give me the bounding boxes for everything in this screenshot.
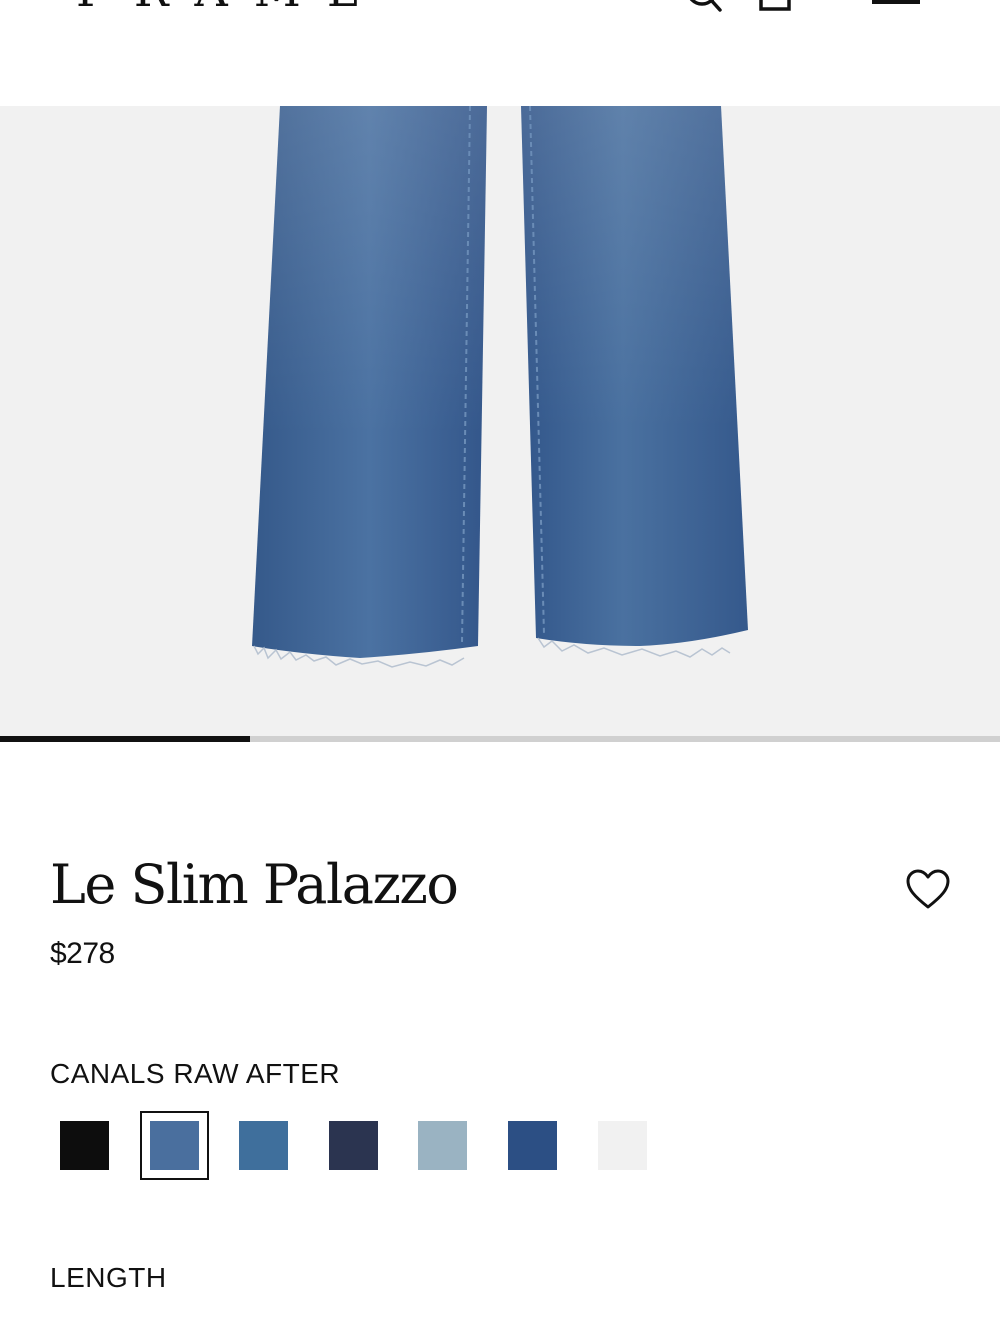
color-swatch[interactable] (50, 1111, 119, 1180)
product-price: $278 (50, 937, 115, 970)
color-swatch[interactable] (139, 1111, 209, 1180)
gallery-progress-bar (0, 736, 1000, 742)
search-icon[interactable] (680, 0, 724, 16)
shopping-bag-icon[interactable] (755, 0, 835, 16)
color-swatch-list (0, 1110, 1000, 1182)
color-swatch-chip (60, 1121, 109, 1170)
color-swatch-chip (239, 1121, 289, 1170)
brand-logo[interactable]: FRAME (76, 0, 386, 13)
color-swatch-chip (418, 1121, 468, 1170)
color-swatch[interactable] (229, 1111, 298, 1180)
color-swatch[interactable] (498, 1111, 567, 1180)
color-swatch-chip (508, 1121, 557, 1170)
length-label: LENGTH (50, 1262, 167, 1293)
color-swatch[interactable] (319, 1111, 388, 1180)
menu-icon[interactable] (870, 0, 922, 16)
product-image-gallery[interactable] (0, 106, 1000, 736)
color-swatch-chip (328, 1121, 378, 1170)
color-swatch-chip (597, 1121, 647, 1170)
color-swatch-chip (149, 1121, 199, 1170)
product-photo-jeans (252, 106, 748, 668)
gallery-progress-fill (0, 736, 250, 742)
color-name-label: CANALS RAW AFTER (50, 1058, 341, 1089)
heart-icon[interactable] (904, 866, 952, 914)
color-swatch[interactable] (588, 1111, 657, 1180)
color-swatch[interactable] (408, 1111, 477, 1180)
site-header: FRAME (0, 0, 1000, 106)
product-title: Le Slim Palazzo (50, 853, 459, 916)
